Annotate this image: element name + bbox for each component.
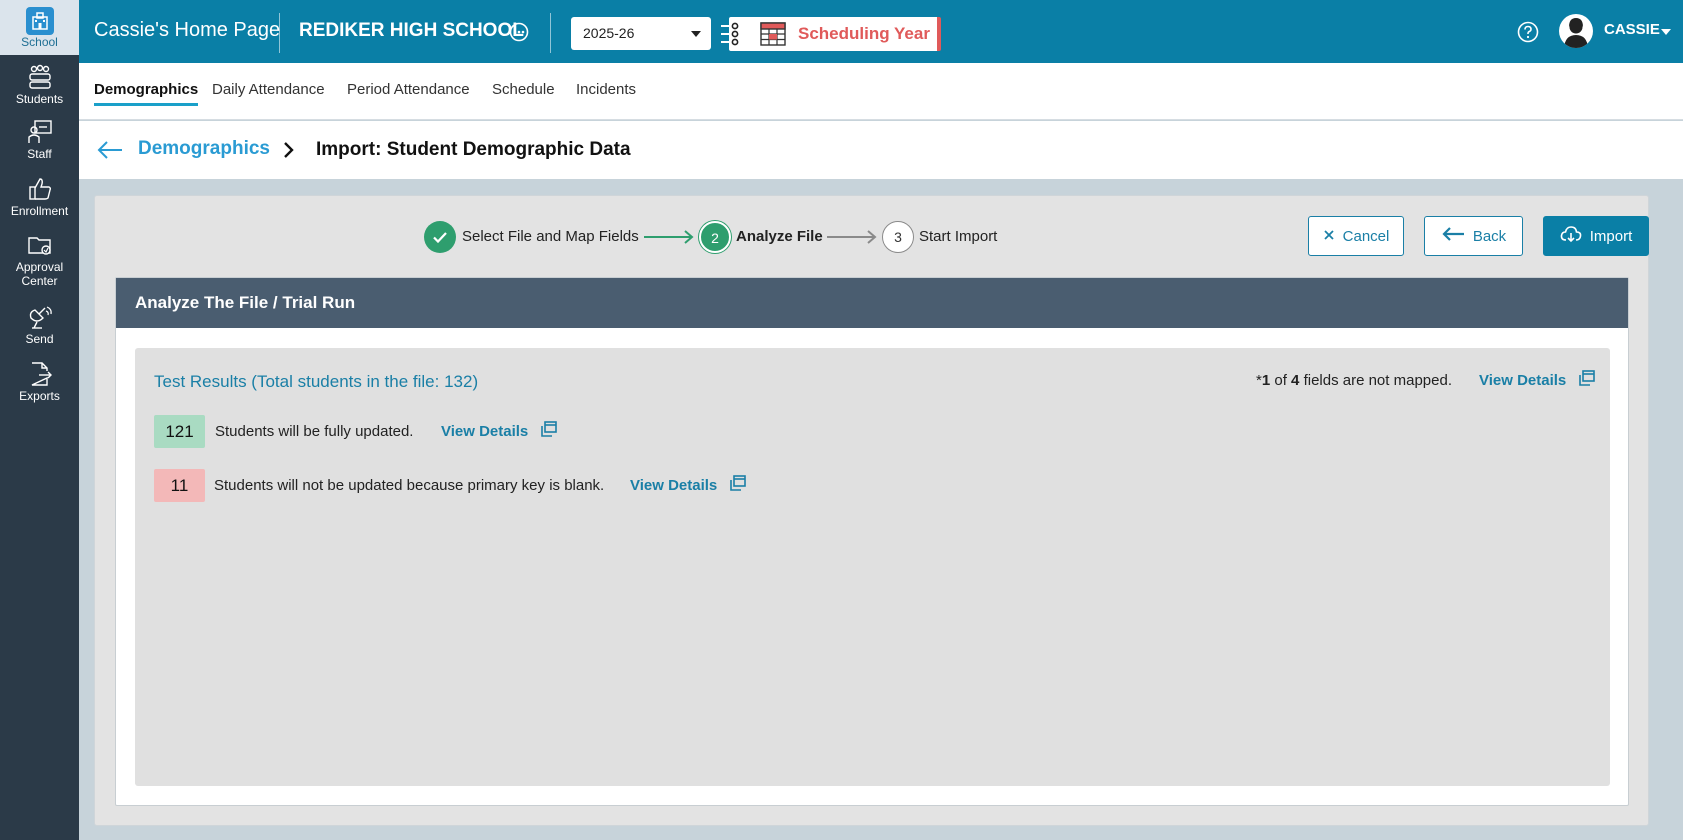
back-button[interactable]: Back [1424, 216, 1523, 256]
tab-period-attendance[interactable]: Period Attendance [347, 81, 470, 103]
not-updated-view-details-link[interactable]: View Details [630, 475, 747, 496]
chevron-down-icon[interactable] [1661, 29, 1671, 35]
sidebar-item-label: Exports [19, 389, 60, 403]
step-3-number: 3 [882, 221, 914, 253]
module-tabs: Demographics Daily Attendance Period Att… [79, 63, 1683, 120]
updated-view-details-link[interactable]: View Details [441, 421, 558, 442]
thumbs-up-icon [25, 174, 55, 204]
import-label: Import [1589, 227, 1633, 245]
import-wizard-panel: Select File and Map Fields 2 Analyze Fil… [94, 195, 1649, 826]
not-updated-text: Students will not be updated because pri… [214, 477, 605, 494]
sidebar-item-label: Students [15, 92, 64, 106]
school-name: REDIKER HIGH SCHOOL [299, 20, 524, 41]
tab-schedule[interactable]: Schedule [492, 81, 555, 103]
sidebar-item-label: School [21, 34, 58, 49]
tab-incidents[interactable]: Incidents [576, 81, 636, 103]
divider [550, 13, 551, 53]
tab-daily-attendance[interactable]: Daily Attendance [212, 81, 325, 103]
arrow-right-icon [826, 229, 878, 245]
breadcrumb: Demographics Import: Student Demographic… [79, 121, 1683, 179]
sidebar-item-approval-center[interactable]: Approval Center [0, 230, 79, 288]
scheduling-year-badge[interactable]: Scheduling Year [721, 17, 941, 51]
of-word: of [1274, 372, 1287, 389]
sidebar-item-send[interactable]: Send [0, 302, 79, 346]
open-window-icon [1578, 370, 1596, 391]
test-results-panel: Test Results (Total students in the file… [135, 348, 1610, 786]
scheduling-year-label: Scheduling Year [798, 24, 930, 43]
chevron-right-icon [281, 141, 297, 159]
updated-text: Students will be fully updated. [215, 423, 414, 440]
page-title: Import: Student Demographic Data [316, 139, 631, 160]
chevron-down-icon [691, 31, 701, 37]
export-file-icon [25, 359, 55, 389]
more-options-icon[interactable] [509, 22, 529, 42]
staff-icon [25, 117, 55, 147]
sidebar-item-enrollment[interactable]: Enrollment [0, 174, 79, 218]
step-1-complete-indicator [424, 221, 456, 253]
sidebar-item-students[interactable]: Students [0, 62, 79, 106]
avatar[interactable] [1559, 14, 1593, 48]
open-window-icon [540, 421, 558, 442]
results-title: Test Results (Total students in the file… [154, 372, 479, 391]
school-year-value: 2025-26 [583, 25, 635, 41]
sidebar-item-label: Approval Center [15, 260, 64, 288]
school-icon [25, 6, 54, 35]
students-icon [25, 62, 55, 92]
divider [279, 13, 280, 53]
step-2-label: Analyze File [736, 228, 823, 245]
cancel-label: Cancel [1342, 227, 1390, 245]
folder-icon [25, 230, 55, 260]
sidebar-item-exports[interactable]: Exports [0, 359, 79, 403]
home-page-link[interactable]: Cassie's Home Page [94, 19, 280, 42]
cloud-upload-icon [1560, 225, 1582, 247]
unmapped-fields-text: *1 of 4 fields are not mapped. [1256, 372, 1452, 389]
calendar-table-icon [760, 22, 786, 51]
arrow-right-icon [643, 229, 695, 245]
not-updated-count-badge: 11 [154, 469, 205, 502]
view-details-label: View Details [1479, 372, 1567, 389]
help-icon[interactable] [1517, 21, 1539, 43]
arrow-left-icon [1441, 226, 1465, 246]
step-2-number: 2 [699, 221, 731, 253]
view-details-label: View Details [441, 423, 529, 440]
cancel-button[interactable]: Cancel [1308, 216, 1404, 256]
total-fields: 4 [1291, 372, 1300, 389]
updated-count-badge: 121 [154, 415, 205, 448]
sidebar-item-label: Send [25, 332, 54, 346]
satellite-icon [25, 302, 55, 332]
open-window-icon [729, 475, 747, 496]
back-label: Back [1472, 227, 1507, 245]
top-header: Cassie's Home Page REDIKER HIGH SCHOOL 2… [79, 0, 1683, 63]
unmapped-view-details-link[interactable]: View Details [1479, 370, 1596, 391]
sidebar-item-label: Enrollment [10, 204, 69, 218]
school-year-select[interactable]: 2025-26 [571, 17, 711, 50]
analyze-card: Analyze The File / Trial Run Test Result… [115, 277, 1629, 806]
sidebar-item-school[interactable]: School [0, 0, 79, 55]
step-3-label: Start Import [919, 228, 998, 245]
sidebar: School Students Staff Enrollment Approva… [0, 0, 79, 840]
step-1-label: Select File and Map Fields [462, 228, 639, 245]
sidebar-item-staff[interactable]: Staff [0, 117, 79, 161]
user-name[interactable]: CASSIE [1604, 21, 1660, 38]
unmapped-suffix: fields are not mapped. [1303, 372, 1452, 389]
back-arrow-icon[interactable] [96, 139, 124, 161]
card-title: Analyze The File / Trial Run [116, 278, 1628, 328]
unmapped-count: 1 [1261, 372, 1271, 389]
breadcrumb-parent-link[interactable]: Demographics [138, 138, 270, 160]
sidebar-item-label: Staff [27, 147, 52, 161]
view-details-label: View Details [630, 477, 718, 494]
import-button[interactable]: Import [1543, 216, 1649, 256]
tab-demographics[interactable]: Demographics [94, 81, 199, 106]
close-icon [1323, 228, 1335, 245]
notebook-rings-icon [721, 19, 745, 54]
